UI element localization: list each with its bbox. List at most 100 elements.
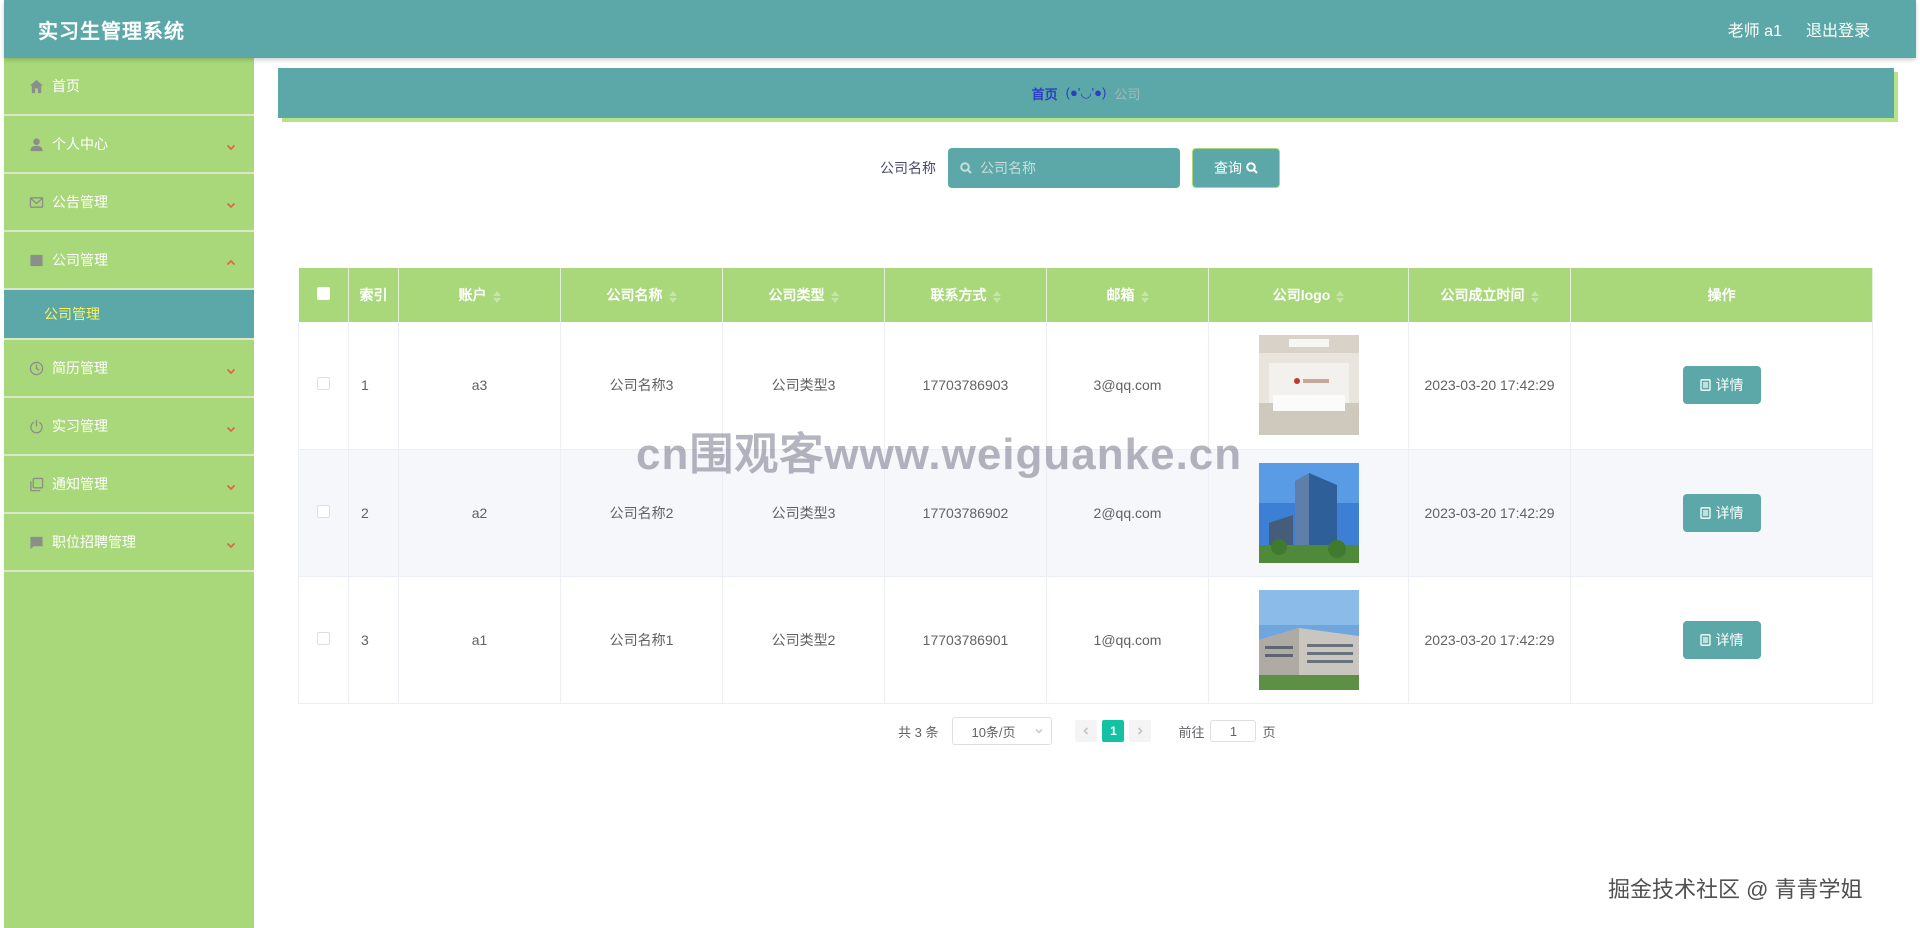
sidebar-item-internship[interactable]: 实习管理 — [4, 398, 254, 456]
chevron-down-icon — [226, 537, 236, 549]
sidebar-item-home[interactable]: 首页 — [4, 58, 254, 116]
column-header-contact[interactable]: 联系方式 — [884, 268, 1047, 322]
column-header-label: 操作 — [1707, 287, 1736, 303]
column-header-label: 公司类型 — [768, 287, 825, 303]
row-select-cell — [298, 322, 349, 450]
sidebar-item-label: 通知管理 — [52, 476, 108, 492]
search-icon — [1246, 162, 1258, 174]
company-logo-image[interactable] — [1258, 589, 1359, 690]
column-header-account[interactable]: 账户 — [398, 268, 561, 322]
cell-company-type: 公司类型3 — [722, 322, 885, 450]
goto-prefix: 前往 — [1178, 724, 1205, 740]
breadcrumb-current: 公司 — [1114, 86, 1141, 102]
next-page-button[interactable] — [1129, 720, 1152, 742]
sidebar-subitem-company[interactable]: 公司管理 — [4, 290, 254, 340]
pagination: 共 3 条 10条/页 1 前往 页 — [898, 716, 1276, 746]
cell-founded: 2023-03-20 17:42:29 — [1408, 449, 1571, 577]
search-label: 公司名称 — [880, 160, 936, 176]
cell-logo — [1208, 322, 1409, 450]
cell-actions: 详情 — [1570, 322, 1873, 450]
cell-contact: 17703786902 — [884, 449, 1047, 577]
select-all-checkbox[interactable] — [316, 287, 330, 300]
goto-page: 前往 页 — [1178, 720, 1276, 742]
goto-page-input[interactable] — [1210, 720, 1257, 742]
company-logo-image[interactable] — [1258, 335, 1359, 436]
chevron-right-icon — [1138, 727, 1144, 735]
column-header-actions: 操作 — [1570, 268, 1873, 322]
search-button-label: 查询 — [1214, 160, 1242, 176]
chevron-left-icon — [1083, 727, 1089, 735]
sort-icon[interactable] — [830, 290, 839, 304]
cell-email: 2@qq.com — [1046, 449, 1209, 577]
sidebar-item-company[interactable]: 公司管理 — [4, 232, 254, 290]
column-header-label: 公司成立时间 — [1440, 287, 1525, 303]
detail-button[interactable]: 详情 — [1682, 493, 1761, 532]
page-size-value: 10条/页 — [971, 724, 1016, 740]
cell-founded: 2023-03-20 17:42:29 — [1408, 576, 1571, 704]
sort-icon[interactable] — [1336, 290, 1345, 304]
cell-email: 1@qq.com — [1046, 576, 1209, 704]
search-icon — [960, 162, 972, 174]
column-header-company-name[interactable]: 公司名称 — [560, 268, 723, 322]
column-header-label: 账户 — [458, 287, 487, 303]
sidebar-item-notice[interactable]: 公告管理 — [4, 174, 254, 232]
column-header-email[interactable]: 邮箱 — [1046, 268, 1209, 322]
row-checkbox[interactable] — [317, 631, 330, 645]
table-row: 2 a2 公司名称2 公司类型3 17703786902 2@qq.com 20… — [298, 449, 1873, 577]
sort-icon[interactable] — [992, 290, 1001, 304]
clock-icon — [28, 360, 44, 376]
chevron-down-icon — [1035, 729, 1043, 734]
sidebar-item-jobs[interactable]: 职位招聘管理 — [4, 514, 254, 572]
page-size-select[interactable]: 10条/页 — [952, 717, 1053, 745]
sort-icon[interactable] — [492, 290, 501, 304]
sort-icon[interactable] — [668, 290, 677, 304]
company-logo-image[interactable] — [1258, 462, 1359, 563]
column-header-label: 邮箱 — [1106, 287, 1135, 303]
header-right: 老师 a1 退出登录 — [1728, 17, 1870, 41]
sidebar-item-label: 简历管理 — [52, 360, 108, 376]
table-row: 3 a1 公司名称1 公司类型2 17703786901 1@qq.com 20… — [298, 576, 1873, 704]
breadcrumb-home[interactable]: 首页 — [1032, 84, 1058, 103]
mail-icon — [28, 194, 44, 210]
column-header-label: 索引 — [359, 287, 388, 303]
pagination-total: 共 3 条 — [898, 724, 939, 740]
cell-logo — [1208, 449, 1409, 577]
cell-company-name: 公司名称2 — [560, 449, 723, 577]
cell-company-name: 公司名称1 — [560, 576, 723, 704]
search-input[interactable] — [978, 159, 1168, 177]
cell-company-name: 公司名称3 — [560, 322, 723, 450]
cell-company-type: 公司类型2 — [722, 576, 885, 704]
goto-suffix: 页 — [1262, 724, 1276, 740]
current-user[interactable]: 老师 a1 — [1728, 17, 1782, 41]
detail-button-label: 详情 — [1715, 377, 1744, 394]
prev-page-button[interactable] — [1075, 720, 1098, 742]
row-checkbox[interactable] — [317, 377, 330, 391]
column-header-company-type[interactable]: 公司类型 — [722, 268, 885, 322]
column-header-founded[interactable]: 公司成立时间 — [1408, 268, 1571, 322]
sort-icon[interactable] — [1530, 290, 1539, 304]
app-title: 实习生管理系统 — [38, 20, 185, 43]
chevron-up-icon — [226, 255, 236, 266]
sidebar-item-notify[interactable]: 通知管理 — [4, 456, 254, 514]
page-number-current[interactable]: 1 — [1102, 720, 1125, 742]
cell-account: a3 — [398, 322, 561, 450]
sidebar-item-label: 个人中心 — [52, 136, 108, 152]
breadcrumb: 首页 (●'◡'●) 公司 — [278, 68, 1894, 118]
detail-button[interactable]: 详情 — [1682, 620, 1761, 659]
logout-link[interactable]: 退出登录 — [1806, 17, 1870, 41]
sidebar-item-profile[interactable]: 个人中心 — [4, 116, 254, 174]
power-icon — [28, 418, 44, 434]
cell-account: a2 — [398, 449, 561, 577]
chevron-down-icon — [226, 197, 236, 209]
table-header-row: 索引 账户 公司名称 公司类型 联系方式 邮箱 公司logo 公司成立时间 操作 — [298, 268, 1873, 322]
search-button[interactable]: 查询 — [1192, 148, 1280, 188]
column-header-logo[interactable]: 公司logo — [1208, 268, 1409, 322]
row-select-cell — [298, 449, 349, 577]
row-checkbox[interactable] — [317, 504, 330, 518]
company-table: 索引 账户 公司名称 公司类型 联系方式 邮箱 公司logo 公司成立时间 操作… — [298, 268, 1873, 704]
sidebar-item-resume[interactable]: 简历管理 — [4, 340, 254, 398]
sidebar-item-label: 职位招聘管理 — [52, 534, 136, 550]
sort-icon[interactable] — [1140, 290, 1149, 304]
detail-button[interactable]: 详情 — [1682, 366, 1761, 405]
column-header-label: 公司名称 — [606, 287, 663, 303]
